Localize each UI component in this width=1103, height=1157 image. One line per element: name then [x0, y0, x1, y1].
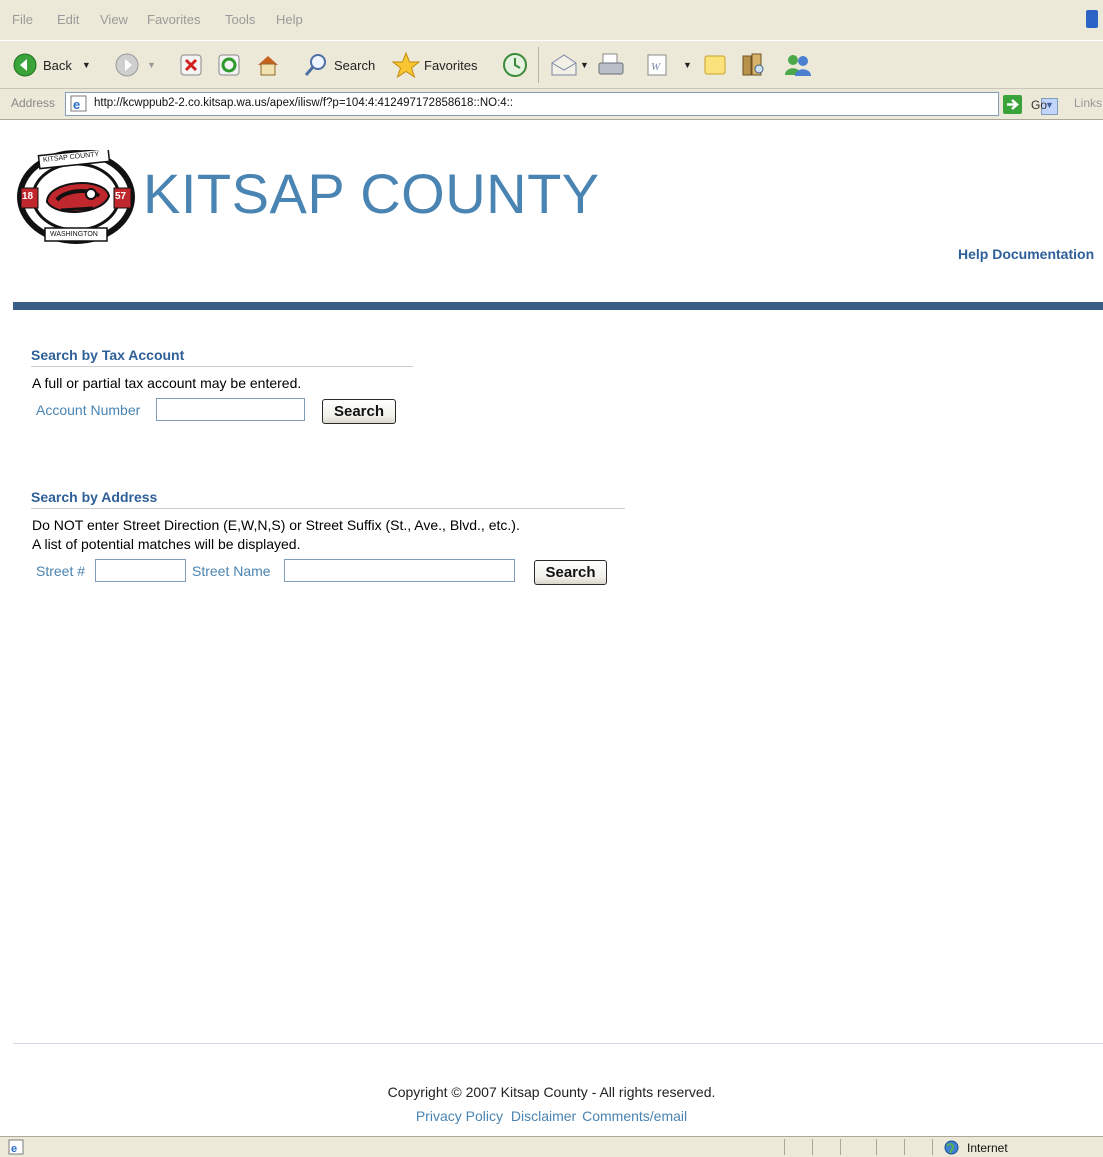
word-doc-icon: W — [647, 54, 667, 76]
help-documentation-link[interactable]: Help Documentation — [958, 246, 1094, 262]
messenger-button[interactable] — [783, 53, 813, 77]
tax-search-title: Search by Tax Account — [31, 347, 185, 363]
tax-search-button[interactable]: Search — [322, 399, 396, 424]
research-button[interactable] — [740, 53, 766, 77]
menu-help[interactable]: Help — [276, 12, 303, 27]
account-number-label: Account Number — [36, 402, 141, 418]
status-bar: e Internet — [0, 1136, 1103, 1157]
street-number-label: Street # — [36, 563, 86, 579]
tax-search-divider — [31, 366, 413, 367]
security-zone-label: Internet — [967, 1141, 1008, 1155]
search-button[interactable]: Search — [303, 53, 375, 77]
back-dropdown-icon[interactable]: ▼ — [82, 60, 91, 70]
page-title: KITSAP COUNTY — [143, 162, 600, 225]
header-divider — [13, 302, 1103, 310]
tax-search-instruction: A full or partial tax account may be ent… — [32, 375, 302, 391]
forward-arrow-icon — [115, 53, 139, 77]
svg-text:e: e — [11, 1143, 17, 1155]
mail-icon — [551, 54, 577, 76]
menu-file[interactable]: File — [12, 12, 33, 27]
menu-favorites[interactable]: Favorites — [147, 12, 200, 27]
mail-dropdown-icon[interactable]: ▼ — [580, 60, 589, 70]
favorites-button[interactable]: Favorites — [392, 52, 478, 78]
search-magnifier-icon — [304, 54, 326, 76]
status-divider — [904, 1139, 905, 1155]
page-status-icon: e — [8, 1139, 24, 1155]
stop-button[interactable] — [180, 53, 202, 77]
home-button[interactable] — [256, 53, 280, 77]
toolbar-separator — [538, 47, 539, 83]
footer-divider — [13, 1043, 1103, 1044]
comments-email-link[interactable]: Comments/email — [582, 1108, 687, 1124]
home-icon — [258, 56, 278, 76]
internet-globe-icon — [944, 1140, 959, 1155]
mail-button[interactable]: ▼ — [550, 53, 589, 77]
menu-view[interactable]: View — [100, 12, 128, 27]
media-button[interactable] — [502, 53, 528, 77]
status-divider — [812, 1139, 813, 1155]
status-divider — [840, 1139, 841, 1155]
refresh-button[interactable] — [218, 53, 240, 77]
edit-word-button[interactable]: W ▼ — [645, 53, 692, 77]
back-button[interactable]: Back ▼ — [13, 53, 91, 77]
copyright-text: Copyright © 2007 Kitsap County - All rig… — [387, 1084, 716, 1100]
print-icon — [598, 53, 624, 75]
stop-icon — [180, 54, 202, 76]
note-icon — [704, 55, 726, 75]
footer-links: Privacy Policy Disclaimer Comments/email — [0, 1108, 1103, 1124]
forward-button[interactable]: ▼ — [115, 53, 156, 77]
address-label: Address — [11, 96, 56, 110]
go-button[interactable]: Go — [1003, 95, 1047, 114]
address-search-divider — [31, 508, 625, 509]
edit-dropdown-icon[interactable]: ▼ — [683, 60, 692, 70]
search-label: Search — [334, 57, 376, 73]
address-search-button[interactable]: Search — [534, 560, 607, 585]
go-label: Go — [1031, 97, 1048, 112]
status-divider — [784, 1139, 785, 1155]
refresh-icon — [218, 54, 240, 76]
menu-tools[interactable]: Tools — [225, 12, 255, 27]
address-url: http://kcwppub2-2.co.kitsap.wa.us/apex/i… — [94, 97, 514, 109]
menu-bar: File Edit View Favorites Tools Help — [0, 0, 1103, 40]
forward-dropdown-icon[interactable]: ▼ — [147, 60, 156, 70]
print-button[interactable] — [597, 53, 625, 77]
privacy-policy-link[interactable]: Privacy Policy — [416, 1108, 503, 1124]
history-icon — [503, 53, 527, 77]
links-label[interactable]: Links — [1074, 96, 1102, 110]
favorites-label: Favorites — [424, 57, 478, 73]
research-books-icon — [742, 53, 764, 76]
back-arrow-icon — [13, 53, 37, 77]
address-input[interactable]: e http://kcwppub2-2.co.kitsap.wa.us/apex… — [65, 92, 1058, 116]
svg-text:e: e — [73, 97, 80, 112]
street-name-input[interactable] — [284, 559, 515, 582]
address-bar: Address e http://kcwppub2-2.co.kitsap.wa… — [0, 88, 1103, 120]
disclaimer-link[interactable]: Disclaimer — [511, 1108, 576, 1124]
toolbar: Back ▼ ▼ Search Favorites ▼ W ▼ — [0, 40, 1103, 89]
go-arrow-icon — [1003, 95, 1022, 114]
back-label: Back — [43, 57, 72, 73]
discuss-button[interactable] — [703, 53, 727, 77]
status-divider — [876, 1139, 877, 1155]
windows-logo-icon — [1086, 10, 1098, 28]
messenger-people-icon — [785, 55, 811, 76]
account-number-input[interactable] — [156, 398, 305, 421]
menu-edit[interactable]: Edit — [57, 12, 79, 27]
svg-text:W: W — [651, 61, 661, 73]
address-search-instruction-2: A list of potential matches will be disp… — [32, 536, 301, 552]
logo-year-left: 18 — [22, 191, 34, 202]
favorites-star-icon — [392, 52, 420, 78]
address-search-title: Search by Address — [31, 489, 158, 505]
address-search-instruction-1: Do NOT enter Street Direction (E,W,N,S) … — [32, 517, 520, 533]
logo-year-right: 57 — [115, 191, 127, 202]
logo-bottom-text: WASHINGTON — [50, 231, 98, 238]
street-name-label: Street Name — [192, 563, 271, 579]
status-divider — [932, 1139, 933, 1155]
county-seal-logo: KITSAP COUNTY WASHINGTON 18 57 — [17, 147, 135, 245]
street-number-input[interactable] — [95, 559, 186, 582]
ie-page-icon: e — [70, 95, 87, 112]
